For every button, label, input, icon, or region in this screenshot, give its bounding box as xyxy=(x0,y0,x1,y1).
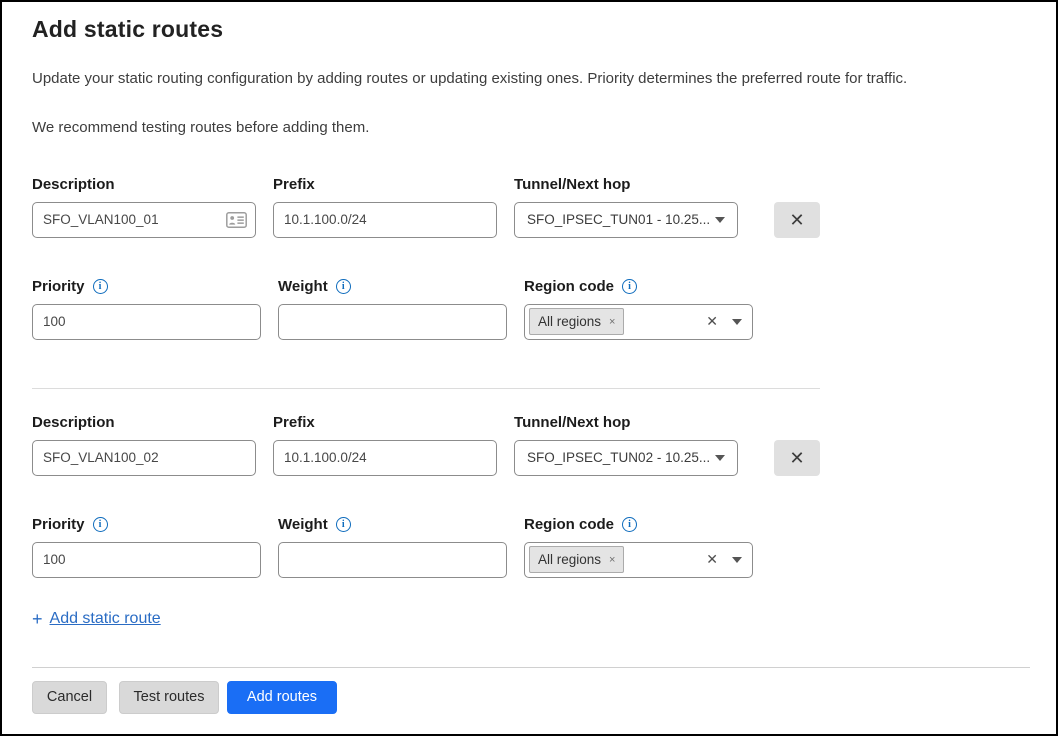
priority-input[interactable] xyxy=(32,304,261,340)
description-label: Description xyxy=(32,176,256,193)
description-input[interactable] xyxy=(32,440,256,476)
region-code-multiselect[interactable]: All regions × ✕ xyxy=(524,542,753,578)
chevron-down-icon xyxy=(715,217,725,223)
priority-label: Priority i xyxy=(32,516,261,533)
plus-icon: + xyxy=(32,609,43,630)
tunnel-label: Tunnel/Next hop xyxy=(514,176,738,193)
prefix-input[interactable] xyxy=(273,202,497,238)
chevron-down-icon xyxy=(732,557,742,563)
info-icon[interactable]: i xyxy=(622,517,637,532)
chevron-down-icon xyxy=(715,455,725,461)
route-block-2: Description Prefix Tunnel/Next hop SFO_I… xyxy=(32,414,820,578)
weight-input[interactable] xyxy=(278,304,507,340)
delete-route-button[interactable]: ✕ xyxy=(774,440,820,476)
footer-divider xyxy=(32,667,1030,668)
tunnel-select[interactable]: SFO_IPSEC_TUN02 - 10.25... xyxy=(514,440,738,476)
test-routes-button[interactable]: Test routes xyxy=(119,681,219,714)
tunnel-select-value: SFO_IPSEC_TUN02 - 10.25... xyxy=(527,450,710,465)
clear-selection-icon[interactable]: ✕ xyxy=(702,551,722,568)
prefix-label: Prefix xyxy=(273,176,497,193)
region-tag: All regions × xyxy=(529,308,624,335)
route-block-1: Description xyxy=(32,176,820,340)
region-code-label: Region code i xyxy=(524,516,753,533)
tunnel-select[interactable]: SFO_IPSEC_TUN01 - 10.25... xyxy=(514,202,738,238)
intro-line-2: We recommend testing routes before addin… xyxy=(32,118,1026,138)
priority-input[interactable] xyxy=(32,542,261,578)
add-routes-button[interactable]: Add routes xyxy=(227,681,337,714)
region-code-multiselect[interactable]: All regions × ✕ xyxy=(524,304,753,340)
chevron-down-icon xyxy=(732,319,742,325)
add-static-route-link[interactable]: + Add static route xyxy=(32,609,161,630)
intro-line-1: Update your static routing configuration… xyxy=(32,69,1026,89)
weight-label: Weight i xyxy=(278,516,507,533)
intro-text: Update your static routing configuration… xyxy=(32,69,1026,139)
prefix-input[interactable] xyxy=(273,440,497,476)
info-icon[interactable]: i xyxy=(93,517,108,532)
description-input[interactable] xyxy=(32,202,256,238)
priority-label: Priority i xyxy=(32,278,261,295)
tag-remove-icon[interactable]: × xyxy=(609,316,615,328)
region-tag: All regions × xyxy=(529,546,624,573)
add-static-routes-dialog: Add static routes Update your static rou… xyxy=(0,0,1058,736)
cancel-button[interactable]: Cancel xyxy=(32,681,107,714)
info-icon[interactable]: i xyxy=(336,279,351,294)
tag-remove-icon[interactable]: × xyxy=(609,554,615,566)
page-title: Add static routes xyxy=(32,16,1026,43)
info-icon[interactable]: i xyxy=(336,517,351,532)
info-icon[interactable]: i xyxy=(93,279,108,294)
tunnel-label: Tunnel/Next hop xyxy=(514,414,738,431)
weight-label: Weight i xyxy=(278,278,507,295)
region-code-label: Region code i xyxy=(524,278,753,295)
clear-selection-icon[interactable]: ✕ xyxy=(702,313,722,330)
delete-route-button[interactable]: ✕ xyxy=(774,202,820,238)
tunnel-select-value: SFO_IPSEC_TUN01 - 10.25... xyxy=(527,212,710,227)
route-divider xyxy=(32,388,820,389)
description-label: Description xyxy=(32,414,256,431)
info-icon[interactable]: i xyxy=(622,279,637,294)
prefix-label: Prefix xyxy=(273,414,497,431)
footer-actions: Cancel Test routes Add routes xyxy=(32,681,1026,714)
weight-input[interactable] xyxy=(278,542,507,578)
